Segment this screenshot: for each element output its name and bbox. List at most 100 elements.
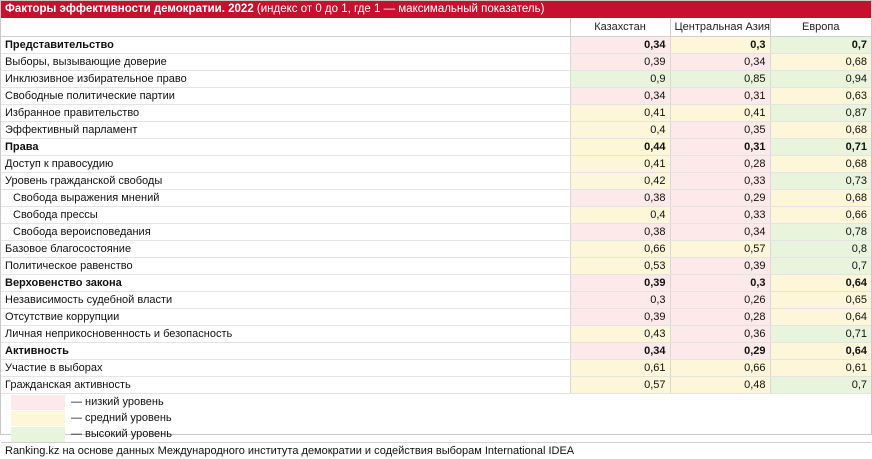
value-central-asia: 0,36 <box>669 325 770 343</box>
row-label: Активность <box>1 342 570 360</box>
value-europe: 0,63 <box>769 87 871 105</box>
value-kazakhstan: 0,57 <box>569 376 670 394</box>
legend-item: — высокий уровень <box>1 426 871 442</box>
value-central-asia: 0,3 <box>669 36 770 54</box>
table-row: Гражданская активность 0,57 0,48 0,7 <box>1 376 871 394</box>
table-row: Личная неприкосновенность и безопасность… <box>1 325 871 343</box>
value-kazakhstan: 0,41 <box>569 104 670 122</box>
legend-text: — средний уровень <box>71 411 172 424</box>
value-europe: 0,94 <box>769 70 871 88</box>
value-kazakhstan: 0,3 <box>569 291 670 309</box>
row-label: Эффективный парламент <box>1 121 570 139</box>
legend-row: — высокий уровень <box>1 426 871 442</box>
value-europe: 0,65 <box>769 291 871 309</box>
value-europe: 0,73 <box>769 172 871 190</box>
value-europe: 0,64 <box>769 342 871 360</box>
header-row: Казахстан Центральная Азия Европа <box>1 18 871 37</box>
legend-swatch <box>11 410 65 426</box>
value-central-asia: 0,3 <box>669 274 770 292</box>
value-europe: 0,64 <box>769 308 871 326</box>
legend-text: — низкий уровень <box>71 395 164 408</box>
value-central-asia: 0,39 <box>669 257 770 275</box>
row-label: Права <box>1 138 570 156</box>
row-label: Личная неприкосновенность и безопасность <box>1 325 570 343</box>
value-kazakhstan: 0,34 <box>569 36 670 54</box>
value-europe: 0,68 <box>769 121 871 139</box>
row-label: Свободные политические партии <box>1 87 570 105</box>
column-header-kazakhstan: Казахстан <box>569 18 670 37</box>
value-europe: 0,64 <box>769 274 871 292</box>
row-label: Политическое равенство <box>1 257 570 275</box>
value-central-asia: 0,85 <box>669 70 770 88</box>
value-kazakhstan: 0,34 <box>569 87 670 105</box>
table-row: Эффективный парламент 0,4 0,35 0,68 <box>1 121 871 139</box>
value-kazakhstan: 0,38 <box>569 189 670 207</box>
value-central-asia: 0,48 <box>669 376 770 394</box>
value-kazakhstan: 0,66 <box>569 240 670 258</box>
column-header-central-asia: Центральная Азия <box>669 18 770 37</box>
value-kazakhstan: 0,39 <box>569 274 670 292</box>
row-label: Доступ к правосудию <box>1 155 570 173</box>
value-central-asia: 0,34 <box>669 53 770 71</box>
value-kazakhstan: 0,41 <box>569 155 670 173</box>
value-europe: 0,7 <box>769 257 871 275</box>
value-kazakhstan: 0,39 <box>569 308 670 326</box>
table-row: Выборы, вызывающие доверие 0,39 0,34 0,68 <box>1 53 871 71</box>
value-kazakhstan: 0,34 <box>569 342 670 360</box>
legend-item: — низкий уровень <box>1 394 871 411</box>
democracy-factors-table: Казахстан Центральная Азия Европа Предст… <box>1 18 871 442</box>
value-europe: 0,78 <box>769 223 871 241</box>
table-row: Независимость судебной власти 0,3 0,26 0,65 <box>1 291 871 309</box>
table-row: Политическое равенство 0,53 0,39 0,7 <box>1 257 871 275</box>
row-label: Свобода вероисповедания <box>1 223 570 241</box>
table-row: Активность 0,34 0,29 0,64 <box>1 342 871 360</box>
value-europe: 0,7 <box>769 36 871 54</box>
row-label: Гражданская активность <box>1 376 570 394</box>
value-central-asia: 0,34 <box>669 223 770 241</box>
value-central-asia: 0,31 <box>669 87 770 105</box>
column-header-europe: Европа <box>769 18 871 37</box>
value-kazakhstan: 0,4 <box>569 206 670 224</box>
table-row: Верховенство закона 0,39 0,3 0,64 <box>1 274 871 292</box>
table-title: Факторы эффективности демократии. 2022 (… <box>1 1 871 18</box>
value-europe: 0,68 <box>769 189 871 207</box>
value-central-asia: 0,57 <box>669 240 770 258</box>
value-europe: 0,68 <box>769 53 871 71</box>
legend-text: — высокий уровень <box>71 427 172 440</box>
table-row: Свободные политические партии 0,34 0,31 0,6… <box>1 87 871 105</box>
value-central-asia: 0,28 <box>669 308 770 326</box>
row-label: Независимость судебной власти <box>1 291 570 309</box>
value-europe: 0,66 <box>769 206 871 224</box>
value-kazakhstan: 0,53 <box>569 257 670 275</box>
value-europe: 0,61 <box>769 359 871 377</box>
value-central-asia: 0,31 <box>669 138 770 156</box>
row-label: Верховенство закона <box>1 274 570 292</box>
value-central-asia: 0,66 <box>669 359 770 377</box>
row-label: Выборы, вызывающие доверие <box>1 53 570 71</box>
source-note: Ranking.kz на основе данных Международно… <box>1 442 871 459</box>
value-europe: 0,8 <box>769 240 871 258</box>
value-central-asia: 0,41 <box>669 104 770 122</box>
table-row: Избранное правительство 0,41 0,41 0,87 <box>1 104 871 122</box>
value-europe: 0,71 <box>769 325 871 343</box>
value-central-asia: 0,29 <box>669 189 770 207</box>
table-row: Представительство 0,34 0,3 0,7 <box>1 36 871 54</box>
value-kazakhstan: 0,42 <box>569 172 670 190</box>
value-europe: 0,87 <box>769 104 871 122</box>
table-row: Свобода выражения мнений 0,38 0,29 0,68 <box>1 189 871 207</box>
value-kazakhstan: 0,39 <box>569 53 670 71</box>
value-europe: 0,71 <box>769 138 871 156</box>
value-central-asia: 0,28 <box>669 155 770 173</box>
table-row: Базовое благосостояние 0,66 0,57 0,8 <box>1 240 871 258</box>
row-label: Уровень гражданской свободы <box>1 172 570 190</box>
table-row: Свобода прессы 0,4 0,33 0,66 <box>1 206 871 224</box>
value-kazakhstan: 0,43 <box>569 325 670 343</box>
value-kazakhstan: 0,4 <box>569 121 670 139</box>
row-label: Свобода прессы <box>1 206 570 224</box>
value-kazakhstan: 0,9 <box>569 70 670 88</box>
table-row: Права 0,44 0,31 0,71 <box>1 138 871 156</box>
header-blank <box>1 18 570 37</box>
value-kazakhstan: 0,61 <box>569 359 670 377</box>
row-label: Участие в выборах <box>1 359 570 377</box>
row-label: Представительство <box>1 36 570 54</box>
